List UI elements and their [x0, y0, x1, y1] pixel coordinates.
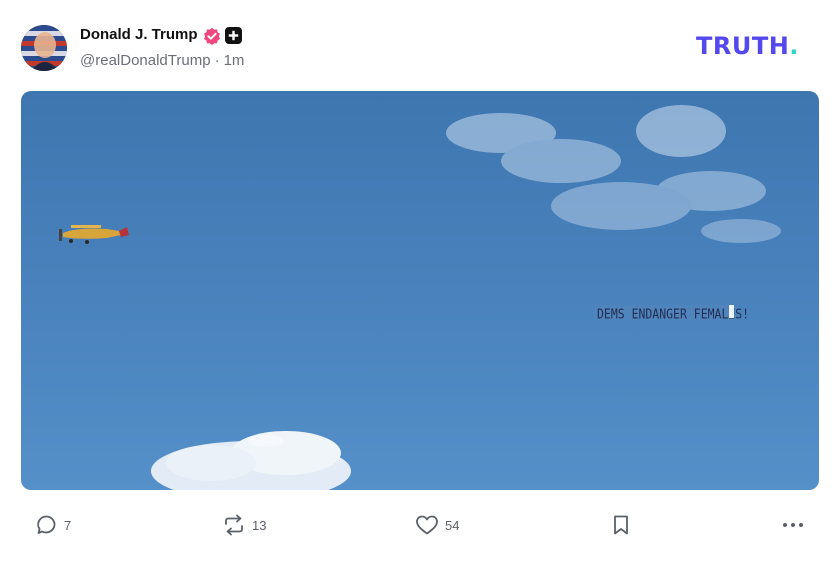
truth-logo[interactable]: TRUTH.	[696, 32, 799, 60]
author-name[interactable]: Donald J. Trump	[80, 26, 198, 43]
logo-text: TRUTH	[696, 32, 790, 60]
cloud-lower	[151, 431, 351, 490]
author-handle[interactable]: @realDonaldTrump	[80, 52, 211, 69]
author-avatar[interactable]	[21, 25, 67, 71]
speech-bubble-icon	[36, 514, 58, 536]
retruth-button[interactable]: 13	[222, 505, 266, 545]
handle-line: @realDonaldTrump · 1m	[80, 52, 244, 69]
separator: ·	[214, 52, 220, 69]
logo-dot: .	[789, 32, 799, 60]
reply-count: 7	[64, 517, 72, 533]
heart-icon	[415, 514, 439, 536]
plus-badge-icon	[225, 27, 242, 44]
post-image[interactable]: DEMS ENDANGER FEMALES!	[21, 91, 819, 490]
post-time[interactable]: 1m	[224, 52, 245, 69]
action-bar: 7 13 54	[0, 505, 840, 545]
bookmark-icon	[611, 514, 631, 536]
more-dots-icon	[781, 514, 805, 536]
banner-text: DEMS ENDANGER FEMALES!	[597, 306, 749, 322]
truth-post: Donald J. Trump @realDonaldTrump · 1m TRUT…	[0, 0, 840, 562]
cloud-upper	[446, 105, 781, 243]
retruth-count: 13	[252, 517, 267, 533]
reply-button[interactable]: 7	[36, 505, 71, 545]
like-count: 54	[445, 517, 460, 533]
verified-badge-icon	[203, 27, 221, 45]
repost-arrows-icon	[222, 514, 246, 536]
like-button[interactable]: 54	[415, 505, 459, 545]
aerial-banner: DEMS ENDANGER FEMALES!	[595, 305, 749, 322]
airplane	[59, 225, 129, 244]
more-button[interactable]	[781, 505, 805, 545]
bookmark-button[interactable]	[611, 505, 631, 545]
